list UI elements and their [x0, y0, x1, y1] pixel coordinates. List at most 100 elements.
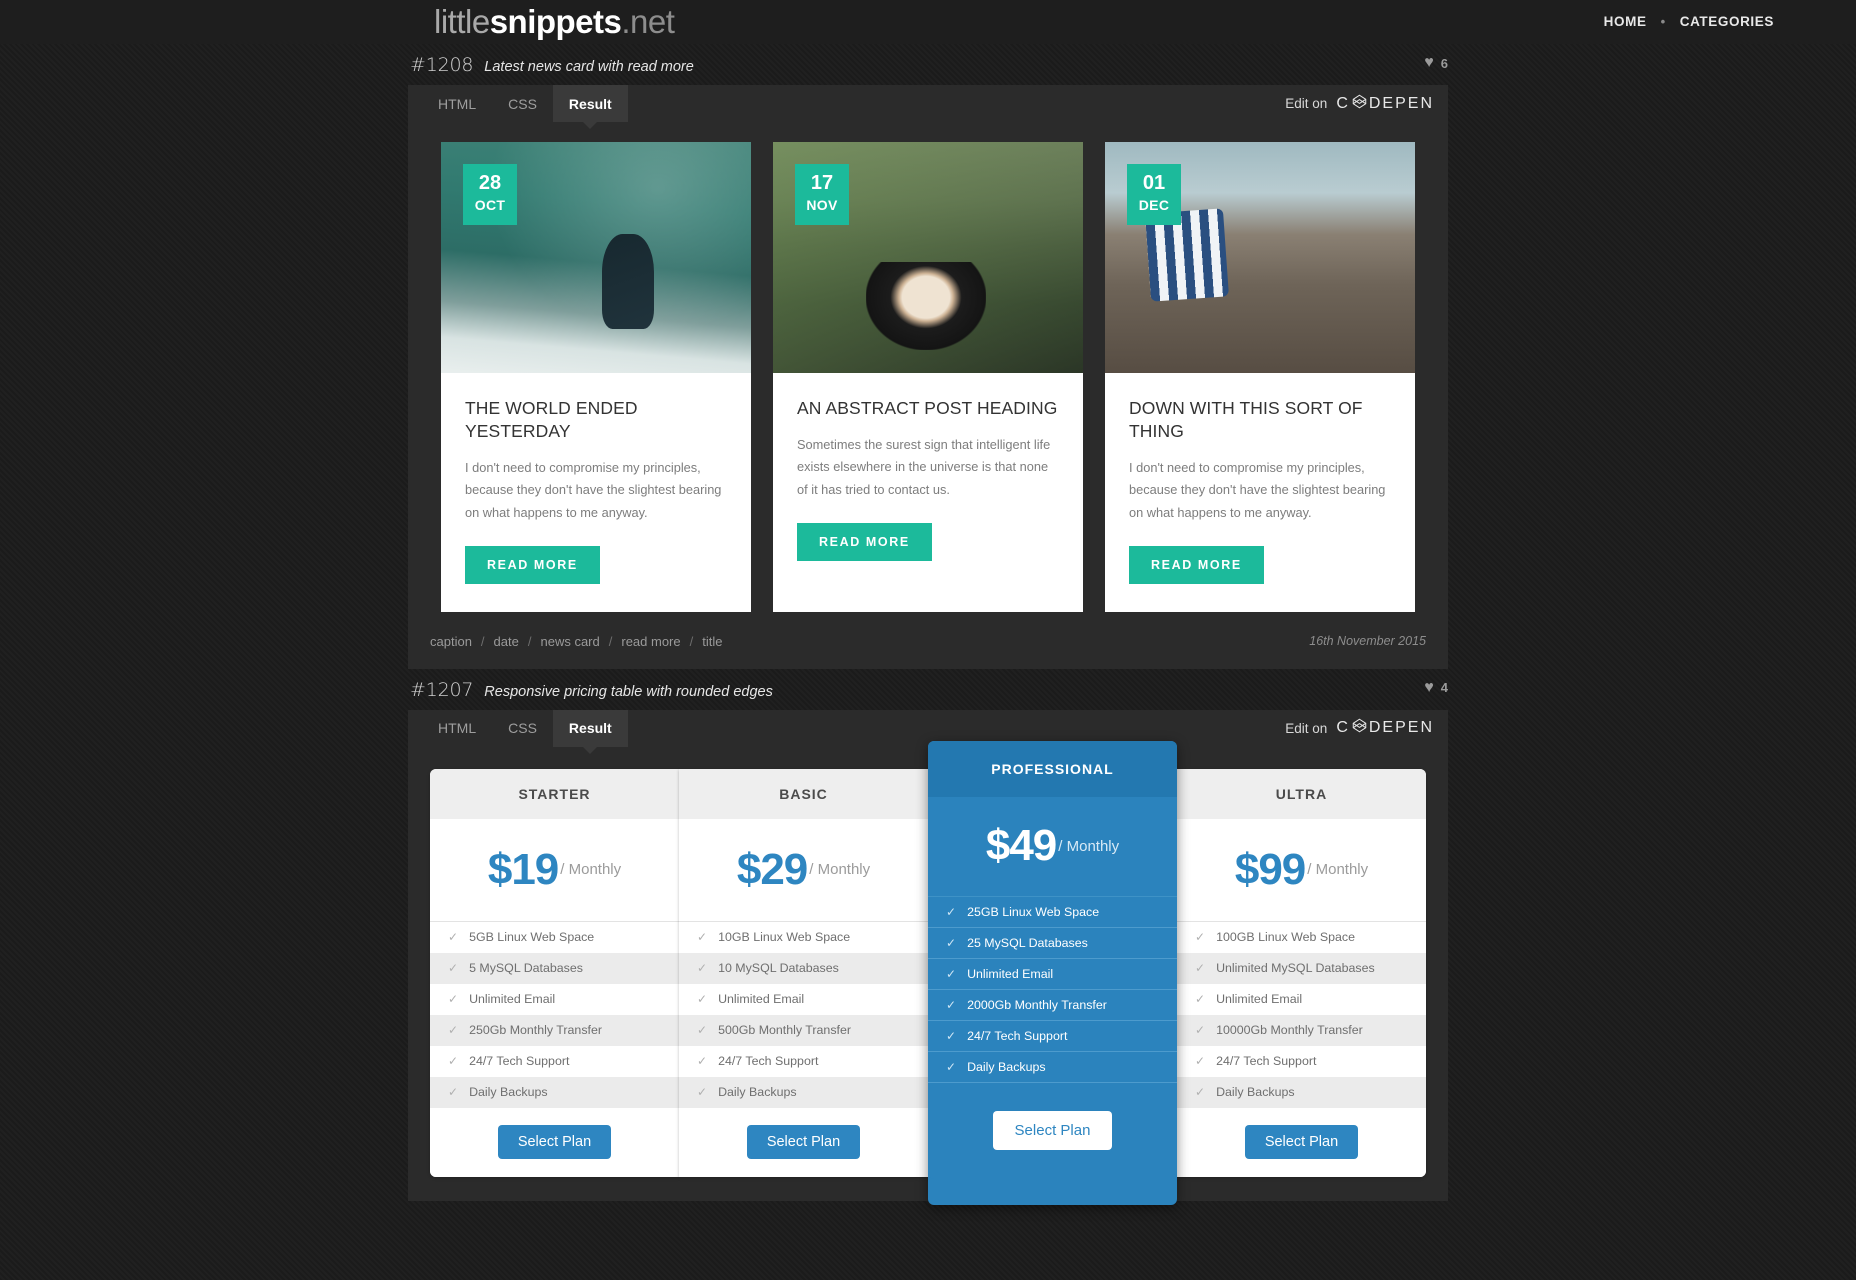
news-card-image-surfer: 28 OCT: [441, 142, 751, 373]
tag-separator: /: [689, 633, 694, 649]
read-more-button[interactable]: READ MORE: [465, 545, 600, 584]
check-icon: ✓: [1195, 929, 1206, 944]
plan-feature: ✓ Daily Backups: [1177, 1076, 1426, 1108]
snippet-1208-panel: HTML CSS Result Edit on C DEPEN 28 OCT T…: [408, 85, 1448, 669]
snippet-id: #1207: [410, 678, 474, 701]
check-icon: ✓: [946, 966, 957, 981]
tab-result[interactable]: Result: [552, 709, 628, 747]
plan-feature-label: Unlimited Email: [967, 966, 1054, 981]
check-icon: ✓: [448, 960, 459, 975]
tag-news-card[interactable]: news card: [540, 634, 599, 649]
check-icon: ✓: [448, 1022, 459, 1037]
news-card-text: I don't need to compromise my principles…: [1129, 460, 1386, 520]
like-count: 4: [1440, 680, 1448, 696]
edit-on-label: Edit on: [1285, 96, 1328, 111]
news-card: 01 DEC DOWN WITH THIS SORT OF THING I do…: [1105, 142, 1415, 612]
nav-item-home[interactable]: HOME: [1602, 0, 1649, 44]
tab-css[interactable]: CSS: [492, 85, 553, 122]
plan-feature-label: 100GB Linux Web Space: [1216, 929, 1355, 944]
tag-caption[interactable]: caption: [430, 634, 472, 649]
nav-item-categories[interactable]: CATEGORIES: [1678, 0, 1776, 44]
codepen-logo: C DEPEN: [1336, 94, 1434, 114]
plan-feature-label: Daily Backups: [1216, 1084, 1295, 1099]
edit-on-codepen-link[interactable]: Edit on C DEPEN: [1285, 710, 1434, 747]
check-icon: ✓: [697, 1053, 708, 1068]
check-icon: ✓: [1195, 960, 1206, 975]
snippet-1208-header: #1208 Latest news card with read more ♥ …: [408, 44, 1448, 85]
snippet-1208-tabbar: HTML CSS Result Edit on C DEPEN: [408, 85, 1448, 122]
plan-feature: ✓ Unlimited Email: [1177, 983, 1426, 1015]
codepen-letter-c: C: [1336, 719, 1350, 737]
plan-feature-label: 5GB Linux Web Space: [469, 929, 595, 944]
plan-feature: ✓ Unlimited MySQL Databases: [1177, 952, 1426, 984]
tag-date[interactable]: date: [494, 634, 519, 649]
plan-feature-list: ✓ 100GB Linux Web Space ✓ Unlimited MySQL …: [1177, 921, 1426, 1108]
codepen-logo: C DEPEN: [1336, 718, 1434, 738]
pricing-table: STARTER $19 / Monthly ✓ 5GB Linux Web Spa…: [430, 740, 1426, 1205]
pricing-column-basic: BASIC $29 / Monthly ✓ 10GB Linux Web Spac…: [679, 768, 928, 1177]
snippet-id: #1208: [410, 54, 474, 76]
snippet-1207: #1207 Responsive pricing table with roun…: [408, 669, 1448, 1205]
check-icon: ✓: [697, 929, 708, 944]
plan-price-row: $99 / Monthly: [1177, 819, 1426, 922]
snippet-1207-result: STARTER $19 / Monthly ✓ 5GB Linux Web Spa…: [408, 740, 1448, 1205]
plan-name: STARTER: [430, 768, 679, 819]
edit-on-codepen-link[interactable]: Edit on C DEPEN: [1285, 85, 1434, 122]
plan-period: / Monthly: [809, 861, 871, 879]
tag-read-more[interactable]: read more: [621, 634, 680, 649]
snippet-publish-date: 16th November 2015: [1309, 634, 1426, 649]
pricing-column-ultra: ULTRA $99 / Monthly ✓ 100GB Linux Web Spa…: [1177, 768, 1426, 1177]
codepen-letters-depen: DEPEN: [1368, 94, 1434, 112]
plan-feature-label: 2000Gb Monthly Transfer: [967, 997, 1107, 1012]
check-icon: ✓: [946, 935, 957, 950]
tag-separator: /: [480, 633, 485, 649]
plan-feature-label: Unlimited Email: [469, 991, 556, 1006]
plan-period: / Monthly: [1058, 837, 1120, 855]
snippet-likes[interactable]: ♥ 4: [1424, 679, 1448, 696]
check-icon: ✓: [1195, 1022, 1206, 1037]
codepen-mark-icon: [1352, 94, 1367, 114]
select-plan-button[interactable]: Select Plan: [992, 1111, 1113, 1151]
select-plan-button[interactable]: Select Plan: [1244, 1125, 1359, 1160]
check-icon: ✓: [448, 1084, 459, 1099]
pricing-column-professional: PROFESSIONAL $49 / Monthly ✓ 25GB Linux W…: [928, 740, 1177, 1205]
plan-period: / Monthly: [1307, 861, 1369, 879]
tag-title[interactable]: title: [702, 634, 722, 649]
plan-feature-label: Unlimited Email: [1216, 991, 1303, 1006]
tab-result[interactable]: Result: [552, 85, 628, 122]
site-header: littlesnippets.net HOME • CATEGORIES: [0, 0, 1856, 44]
snippet-likes[interactable]: ♥ 6: [1424, 55, 1448, 71]
snippet-1207-header: #1207 Responsive pricing table with roun…: [408, 669, 1448, 710]
plan-period: / Monthly: [560, 861, 622, 879]
select-plan-button[interactable]: Select Plan: [497, 1125, 612, 1160]
edit-on-label: Edit on: [1285, 720, 1328, 736]
snippet-title: Latest news card with read more: [484, 59, 694, 75]
codepen-letter-c: C: [1336, 94, 1350, 112]
news-card-title: DOWN WITH THIS SORT OF THING: [1129, 398, 1363, 442]
plan-feature-label: 24/7 Tech Support: [1216, 1053, 1317, 1068]
logo-part-snippets: snippets: [489, 3, 622, 40]
plan-feature: ✓ 24/7 Tech Support: [430, 1045, 679, 1077]
site-logo[interactable]: littlesnippets.net: [434, 0, 675, 44]
read-more-button[interactable]: READ MORE: [1129, 545, 1264, 584]
select-plan-button[interactable]: Select Plan: [746, 1125, 861, 1160]
date-month: DEC: [1138, 197, 1170, 213]
tab-html[interactable]: HTML: [422, 85, 492, 122]
read-more-button[interactable]: READ MORE: [797, 522, 932, 561]
snippet-1208-result: 28 OCT THE WORLD ENDED YESTERDAY I don't…: [408, 122, 1448, 669]
news-card-image-coffee: 17 NOV: [773, 142, 1083, 373]
plan-feature: ✓ 24/7 Tech Support: [1177, 1045, 1426, 1077]
tag-separator: /: [527, 633, 532, 649]
main-navigation: HOME • CATEGORIES: [1602, 0, 1776, 44]
pricing-table-wrapper: STARTER $19 / Monthly ✓ 5GB Linux Web Spa…: [408, 740, 1448, 1205]
plan-feature: ✓ 10000Gb Monthly Transfer: [1177, 1014, 1426, 1046]
plan-feature: ✓ 500Gb Monthly Transfer: [679, 1014, 928, 1046]
check-icon: ✓: [1195, 1084, 1206, 1099]
plan-feature: ✓ Daily Backups: [928, 1051, 1177, 1083]
plan-feature: ✓ 24/7 Tech Support: [928, 1020, 1177, 1052]
tab-html[interactable]: HTML: [422, 710, 492, 747]
check-icon: ✓: [946, 997, 957, 1012]
tab-css[interactable]: CSS: [492, 710, 553, 747]
snippet-1207-tabbar: HTML CSS Result Edit on C DEPEN: [408, 709, 1448, 747]
plan-feature-label: 24/7 Tech Support: [718, 1053, 819, 1068]
